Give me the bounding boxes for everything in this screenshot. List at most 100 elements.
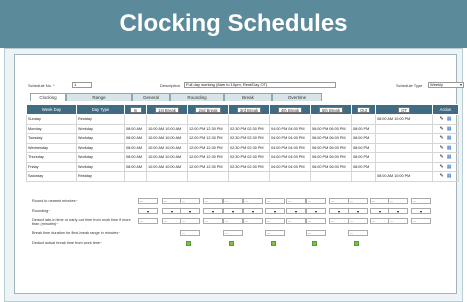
calendar-icon[interactable]: ▦: [447, 145, 452, 151]
rounding-select[interactable]: ▾: [265, 208, 285, 214]
pencil-icon[interactable]: ✎: [440, 145, 444, 151]
pencil-icon[interactable]: ✎: [440, 173, 444, 179]
minutes-input[interactable]: ...: [203, 218, 223, 224]
tab-overtime[interactable]: Overtime: [272, 93, 322, 101]
deduct-break-checkbox[interactable]: [354, 241, 359, 246]
minutes-input[interactable]: ...: [203, 198, 223, 204]
minutes-input[interactable]: ...: [265, 218, 285, 224]
minutes-input[interactable]: ...: [180, 198, 200, 204]
rounding-select[interactable]: ▾: [370, 208, 390, 214]
minutes-input[interactable]: ...: [411, 218, 431, 224]
minutes-input[interactable]: ...: [180, 218, 200, 224]
rounding-select[interactable]: ▾: [243, 208, 263, 214]
column-header: Action: [432, 104, 459, 115]
minutes-input[interactable]: ...: [388, 218, 408, 224]
chevron-down-icon: ▾: [459, 82, 462, 87]
minutes-input[interactable]: ...: [138, 218, 158, 224]
schedule-type-select[interactable]: Weekly ▾: [428, 82, 464, 88]
table-cell: [146, 114, 188, 125]
minutes-input[interactable]: ...: [286, 218, 306, 224]
table-cell: Workday: [76, 161, 125, 172]
minutes-input[interactable]: ...: [370, 218, 390, 224]
pencil-icon[interactable]: ✎: [440, 154, 444, 160]
table-cell: 06:00 PM 06:00 PM: [310, 123, 352, 134]
rounding-select[interactable]: ▾: [180, 208, 200, 214]
minutes-input[interactable]: ...: [243, 218, 263, 224]
description-input[interactable]: Full day working (8am to 10pm, Rest/Day …: [184, 82, 336, 88]
minutes-input[interactable]: ...: [162, 198, 182, 204]
rounding-select[interactable]: ▾: [286, 208, 306, 214]
pencil-icon[interactable]: ✎: [440, 135, 444, 141]
table-cell: [310, 171, 352, 182]
minutes-input[interactable]: ...: [329, 198, 349, 204]
clocking-options: Round to nearest minutes~ ..............…: [30, 197, 458, 249]
tab-range[interactable]: Range: [66, 93, 132, 101]
pencil-icon[interactable]: ✎: [440, 116, 444, 122]
calendar-icon[interactable]: ▦: [447, 164, 452, 170]
table-cell: Friday: [26, 161, 77, 172]
minutes-input[interactable]: ...: [306, 218, 326, 224]
calendar-icon[interactable]: ▦: [447, 135, 452, 141]
deduct-break-checkbox[interactable]: [229, 241, 234, 246]
clocking-grid: Week Day Day Type In 1st Break 2nd Break 3rd …: [26, 104, 459, 182]
deduct-break-label: Deduct actual break time from work time~: [32, 241, 103, 245]
minutes-input[interactable]: ...: [243, 198, 263, 204]
minutes-input[interactable]: ...: [306, 198, 326, 204]
column-header-label: Out: [357, 106, 370, 113]
schedule-no-input[interactable]: 1: [72, 82, 92, 88]
minutes-input[interactable]: ...: [411, 198, 431, 204]
table-row: Thursday Workday 08:00 AM 10:00 AM 10:00 AM…: [26, 152, 459, 163]
deduct-break-checkbox[interactable]: [271, 241, 276, 246]
minutes-input[interactable]: ...: [223, 198, 243, 204]
minutes-input[interactable]: ...: [162, 218, 182, 224]
table-cell: [310, 114, 352, 125]
table-cell: Saturday: [26, 171, 77, 182]
rounding-select[interactable]: ▾: [388, 208, 408, 214]
minutes-input[interactable]: ...: [370, 198, 390, 204]
tab-break[interactable]: Break: [224, 93, 272, 101]
minutes-input[interactable]: ...: [388, 198, 408, 204]
row-actions: ✎ ▦: [432, 133, 459, 144]
rounding-select[interactable]: ▾: [411, 208, 431, 214]
minutes-input[interactable]: ...: [348, 198, 368, 204]
column-header-label: In: [129, 106, 142, 113]
column-header: In: [124, 104, 147, 115]
minutes-input[interactable]: ...: [265, 198, 285, 204]
minutes-input[interactable]: ...: [348, 218, 368, 224]
rounding-select[interactable]: ▾: [223, 208, 243, 214]
minutes-input[interactable]: ...: [138, 198, 158, 204]
tab-rounding[interactable]: Rounding: [170, 93, 224, 101]
deduct-break-checkbox[interactable]: [312, 241, 317, 246]
rounding-select[interactable]: ▾: [162, 208, 182, 214]
minutes-input[interactable]: ...: [306, 230, 326, 236]
column-header: 2nd Break: [187, 104, 229, 115]
calendar-icon[interactable]: ▦: [447, 173, 452, 179]
rounding-select[interactable]: ▾: [329, 208, 349, 214]
column-header: Week Day: [26, 104, 77, 115]
minutes-input[interactable]: ...: [223, 218, 243, 224]
table-cell: [187, 171, 229, 182]
table-cell: [375, 152, 433, 163]
minutes-input[interactable]: ...: [348, 230, 368, 236]
rounding-select[interactable]: ▾: [348, 208, 368, 214]
minutes-input[interactable]: ...: [329, 218, 349, 224]
table-row: Friday Workday 08:00 AM 10:00 AM 10:00 AM 12…: [26, 161, 459, 172]
minutes-input[interactable]: ...: [180, 230, 200, 236]
rounding-select[interactable]: ▾: [138, 208, 158, 214]
calendar-icon[interactable]: ▦: [447, 116, 452, 122]
tab-general[interactable]: General: [132, 93, 170, 101]
table-cell: 02:30 PM 02:30 PM: [228, 161, 270, 172]
tab-clocking[interactable]: Clocking: [30, 93, 66, 101]
table-cell: 04:00 PM 04:00 PM: [269, 142, 311, 153]
pencil-icon[interactable]: ✎: [440, 126, 444, 132]
minutes-input[interactable]: ...: [265, 230, 285, 236]
minutes-input[interactable]: ...: [286, 198, 306, 204]
pencil-icon[interactable]: ✎: [440, 164, 444, 170]
table-cell: 02:30 PM 02:30 PM: [228, 142, 270, 153]
calendar-icon[interactable]: ▦: [447, 154, 452, 160]
calendar-icon[interactable]: ▦: [447, 126, 452, 132]
minutes-input[interactable]: ...: [223, 230, 243, 236]
deduct-break-checkbox[interactable]: [186, 241, 191, 246]
rounding-select[interactable]: ▾: [306, 208, 326, 214]
rounding-select[interactable]: ▾: [203, 208, 223, 214]
